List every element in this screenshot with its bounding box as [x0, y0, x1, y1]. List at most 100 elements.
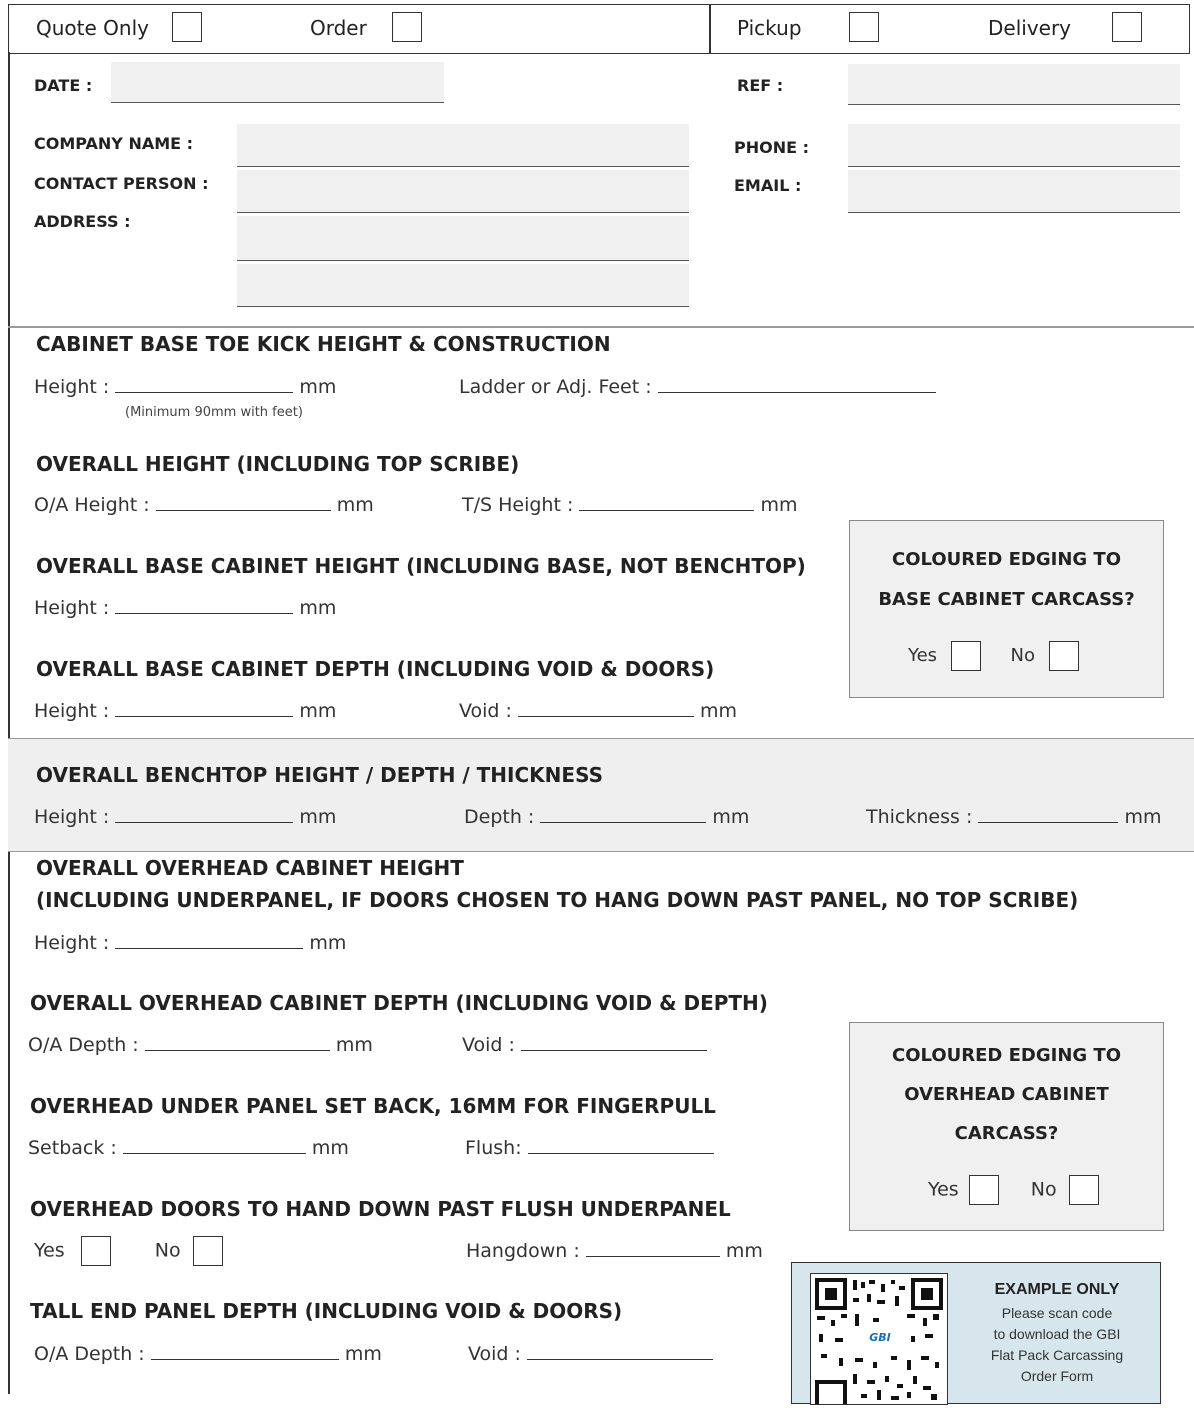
base-depth-void-label: Void :: [459, 700, 512, 722]
oa-height-input[interactable]: [155, 492, 331, 511]
edging-base-yes-label: Yes: [908, 645, 938, 666]
benchtop-height-input[interactable]: [115, 804, 294, 823]
hangdown-row: Hangdown : mm: [466, 1238, 763, 1262]
base-depth-height-label: Height :: [34, 700, 110, 722]
qr-code-icon: GBI: [815, 1278, 943, 1408]
order-checkbox[interactable]: [392, 12, 422, 42]
phone-label: PHONE :: [734, 138, 810, 157]
toe-kick-ladder-input[interactable]: [657, 374, 936, 393]
tall-end-oa-depth-label: O/A Depth :: [34, 1343, 145, 1365]
overhead-void-row: Void :: [462, 1032, 707, 1056]
benchtop-thickness-row: Thickness : mm: [866, 804, 1161, 828]
tall-end-void-input[interactable]: [526, 1341, 713, 1360]
overhead-height-title-2: (INCLUDING UNDERPANEL, IF DOORS CHOSEN T…: [36, 888, 1079, 912]
hangdown-yes-checkbox[interactable]: [80, 1236, 111, 1266]
edging-base-line1: COLOURED EDGING TO: [891, 549, 1122, 570]
overhead-depth-row: O/A Depth : mm: [28, 1032, 373, 1056]
toe-kick-ladder-row: Ladder or Adj. Feet :: [459, 374, 936, 398]
hangdown-title: OVERHEAD DOORS TO HAND DOWN PAST FLUSH U…: [30, 1197, 731, 1221]
base-depth-height-mm: mm: [299, 700, 337, 722]
benchtop-thickness-mm: mm: [1124, 806, 1162, 828]
oa-height-label: O/A Height :: [34, 494, 150, 516]
date-field[interactable]: [111, 62, 444, 103]
setback-label: Setback :: [28, 1137, 117, 1159]
base-depth-row: Height : mm: [34, 698, 336, 722]
hangdown-mm: mm: [725, 1240, 763, 1262]
edging-base-line2: BASE CABINET CARCASS?: [878, 589, 1135, 610]
company-label: COMPANY NAME :: [34, 134, 194, 153]
example-text-block: EXAMPLE ONLY Please scan code to downloa…: [962, 1281, 1152, 1387]
flush-label: Flush:: [465, 1137, 522, 1159]
address-field-2[interactable]: [237, 264, 689, 307]
hangdown-input[interactable]: [585, 1238, 720, 1257]
setback-row: Setback : mm: [28, 1135, 349, 1159]
benchtop-thickness-input[interactable]: [978, 804, 1119, 823]
benchtop-height-label: Height :: [34, 806, 110, 828]
base-depth-void-mm: mm: [700, 700, 738, 722]
details-divider: [8, 326, 1194, 328]
toe-kick-row: Height : mm: [34, 374, 336, 398]
header-divider: [709, 4, 711, 54]
tall-end-void-row: Void :: [468, 1341, 713, 1365]
address-label: ADDRESS :: [34, 212, 131, 231]
hangdown-no-checkbox[interactable]: [192, 1236, 223, 1266]
edging-overhead-no-checkbox[interactable]: [1068, 1175, 1099, 1205]
base-depth-height-input[interactable]: [115, 698, 294, 717]
setback-input[interactable]: [122, 1135, 306, 1154]
toe-kick-note: (Minimum 90mm with feet): [125, 405, 303, 420]
tall-end-oa-depth-input[interactable]: [150, 1341, 339, 1360]
qr-logo-text: GBI: [869, 1331, 891, 1344]
edging-base-yes-checkbox[interactable]: [950, 641, 981, 671]
qr-code[interactable]: GBI: [810, 1273, 948, 1408]
flush-input[interactable]: [527, 1135, 714, 1154]
edging-base-no-checkbox[interactable]: [1048, 641, 1079, 671]
overhead-oa-depth-mm: mm: [335, 1034, 373, 1056]
overall-height-row: O/A Height : mm: [34, 492, 374, 516]
edging-overhead-line1: COLOURED EDGING TO: [891, 1045, 1122, 1066]
email-label: EMAIL :: [734, 176, 802, 195]
base-height-title: OVERALL BASE CABINET HEIGHT (INCLUDING B…: [36, 554, 806, 578]
edging-overhead-no-label: No: [1030, 1178, 1057, 1201]
toe-kick-height-input[interactable]: [115, 374, 294, 393]
benchtop-height-mm: mm: [299, 806, 337, 828]
example-box: GBI EXAMPLE ONLY Please scan code to dow…: [791, 1262, 1161, 1408]
hangdown-options-row: Yes No: [34, 1236, 223, 1266]
underpanel-title: OVERHEAD UNDER PANEL SET BACK, 16MM FOR …: [30, 1094, 716, 1118]
overhead-depth-title: OVERALL OVERHEAD CABINET DEPTH (INCLUDIN…: [30, 991, 768, 1015]
hangdown-no-label: No: [154, 1239, 181, 1262]
overall-height-title: OVERALL HEIGHT (INCLUDING TOP SCRIBE): [36, 452, 520, 476]
overhead-height-input[interactable]: [115, 930, 304, 949]
order-label: Order: [310, 16, 367, 40]
benchtop-thickness-label: Thickness :: [866, 806, 973, 828]
example-title: EXAMPLE ONLY: [994, 1281, 1120, 1298]
phone-field[interactable]: [848, 124, 1180, 167]
base-height-input[interactable]: [115, 595, 294, 614]
edging-overhead-yes-checkbox[interactable]: [968, 1175, 999, 1205]
ts-height-row: T/S Height : mm: [462, 492, 797, 516]
base-height-row: Height : mm: [34, 595, 336, 619]
pickup-checkbox[interactable]: [849, 12, 879, 42]
benchtop-depth-input[interactable]: [540, 804, 707, 823]
contact-field[interactable]: [237, 170, 689, 213]
overhead-void-label: Void :: [462, 1034, 515, 1056]
company-field[interactable]: [237, 124, 689, 167]
base-depth-void-input[interactable]: [517, 698, 694, 717]
email-field[interactable]: [848, 170, 1180, 213]
benchtop-height-row: Height : mm: [34, 804, 336, 828]
delivery-checkbox[interactable]: [1112, 12, 1142, 42]
ref-field[interactable]: [848, 64, 1180, 105]
toe-kick-title: CABINET BASE TOE KICK HEIGHT & CONSTRUCT…: [36, 332, 611, 356]
overhead-oa-depth-input[interactable]: [144, 1032, 330, 1051]
address-field-1[interactable]: [237, 216, 689, 261]
hangdown-yes-label: Yes: [34, 1239, 65, 1262]
ts-height-input[interactable]: [579, 492, 755, 511]
overhead-void-input[interactable]: [520, 1032, 707, 1051]
date-label: DATE :: [34, 76, 93, 95]
ref-label: REF :: [737, 76, 784, 95]
example-line2: to download the GBI: [993, 1326, 1121, 1342]
overhead-height-mm: mm: [309, 932, 347, 954]
quote-only-checkbox[interactable]: [172, 12, 202, 42]
flush-row: Flush:: [465, 1135, 714, 1159]
toe-kick-mm: mm: [299, 376, 337, 398]
edging-overhead-panel: COLOURED EDGING TO OVERHEAD CABINET CARC…: [849, 1022, 1164, 1231]
